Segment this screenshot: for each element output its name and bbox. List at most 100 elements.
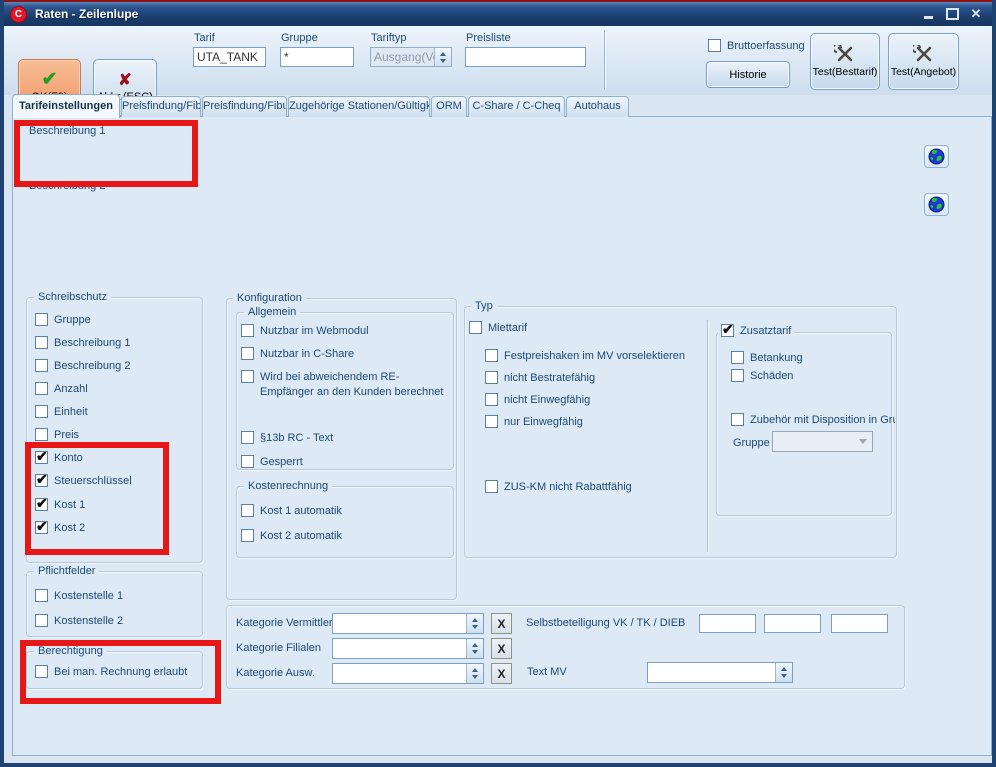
allgemein-13b-row[interactable]: §13b RC - Text (241, 431, 333, 444)
tab-c-share-c-cheq[interactable]: C-Share / C-Cheq (468, 96, 565, 117)
checkbox[interactable] (241, 455, 254, 468)
tab-preisfindung-fibu-2[interactable]: Preisfindung/Fibu II (202, 96, 287, 117)
typ-nicht-bestratefaehig-row[interactable]: nicht Bestratefähig (485, 371, 595, 384)
typ-miettarif-row[interactable]: Miettarif (469, 321, 527, 334)
checkbox[interactable] (35, 313, 48, 326)
checkbox[interactable] (241, 431, 254, 444)
bruttoerfassung-checkbox[interactable] (708, 39, 721, 52)
allgemein-webmodul-row[interactable]: Nutzbar im Webmodul (241, 324, 369, 337)
clear-kategorie-filialen-button[interactable]: X (491, 638, 512, 659)
typ-betankung-row[interactable]: Betankung (731, 351, 803, 364)
checkbox[interactable] (35, 405, 48, 418)
checkbox[interactable] (721, 324, 734, 337)
gruppe-input[interactable] (280, 47, 354, 67)
close-button[interactable]: ✕ (968, 6, 984, 22)
schreibschutz-gruppe-row[interactable]: Gruppe (35, 313, 91, 326)
tab-orm[interactable]: ORM (431, 96, 467, 117)
selbstbeteiligung-vk-input[interactable] (699, 614, 756, 633)
schreibschutz-preis-row[interactable]: Preis (35, 428, 79, 441)
checkbox[interactable] (241, 504, 254, 517)
up-down-arrows-icon[interactable] (466, 614, 483, 633)
checkbox[interactable] (241, 529, 254, 542)
pflichtfelder-kostenstelle1-row[interactable]: Kostenstelle 1 (35, 589, 123, 602)
typ-schaeden-row[interactable]: Schäden (731, 369, 793, 382)
checkbox-label: Preis (54, 429, 79, 441)
kostenrechnung-kost2-row[interactable]: Kost 2 automatik (241, 529, 342, 542)
text-mv-combo[interactable] (647, 662, 793, 683)
clear-kategorie-ausw-button[interactable]: X (491, 663, 512, 684)
checkbox[interactable] (485, 371, 498, 384)
typ-zuskm-row[interactable]: ZUS-KM nicht Rabattfähig (485, 480, 632, 493)
translate-beschreibung1-button[interactable] (924, 145, 949, 168)
checkbox-label: nicht Einwegfähig (504, 394, 590, 406)
checkbox[interactable] (469, 321, 482, 334)
checkbox-label: Wird bei abweichendem RE-Empfänger an de… (260, 370, 448, 400)
schreibschutz-beschreibung2-row[interactable]: Beschreibung 2 (35, 359, 130, 372)
bruttoerfassung-checkbox-row[interactable]: Bruttoerfassung (708, 39, 805, 52)
test-besttarif-button[interactable]: Test(Besttarif) (810, 33, 880, 90)
test-angebot-button[interactable]: Test(Angebot) (888, 33, 959, 90)
typ-gruppe-label: Gruppe (733, 437, 770, 449)
checkbox[interactable] (731, 351, 744, 364)
tab-zugehoerige-stationen[interactable]: Zugehörige Stationen/Gültigkeit (288, 96, 430, 117)
up-down-arrows-icon[interactable] (434, 48, 451, 66)
typ-festpreishaken-row[interactable]: Festpreishaken im MV vorselektieren (485, 349, 685, 362)
title-bar[interactable]: C Raten - Zeilenlupe ✕ (0, 2, 996, 26)
checkbox[interactable] (731, 369, 744, 382)
toolbar: ✔ OK(F2) ✘ Abbr.(ESC) Tarif Gruppe Tarif… (4, 26, 992, 95)
checkbox[interactable] (485, 415, 498, 428)
schreibschutz-anzahl-row[interactable]: Anzahl (35, 382, 88, 395)
checkbox[interactable] (241, 347, 254, 360)
tab-label: Preisfindung/Fibu I (122, 100, 201, 112)
tariftyp-combo[interactable]: Ausgang(Ver (370, 47, 452, 67)
checkbox[interactable] (731, 413, 744, 426)
allgemein-cshare-row[interactable]: Nutzbar in C-Share (241, 347, 354, 360)
checkbox[interactable] (35, 382, 48, 395)
checkbox[interactable] (485, 349, 498, 362)
pflichtfelder-kostenstelle2-row[interactable]: Kostenstelle 2 (35, 614, 123, 627)
typ-zusatztarif-row[interactable]: Zusatztarif (718, 324, 794, 337)
up-down-arrows-icon[interactable] (466, 664, 483, 683)
checkbox[interactable] (35, 614, 48, 627)
typ-nicht-einwegfaehig-row[interactable]: nicht Einwegfähig (485, 393, 590, 406)
checkbox[interactable] (35, 589, 48, 602)
typ-nur-einwegfaehig-row[interactable]: nur Einwegfähig (485, 415, 583, 428)
tab-label: Autohaus (574, 100, 620, 112)
tab-autohaus[interactable]: Autohaus (566, 96, 629, 117)
up-down-arrows-icon[interactable] (775, 663, 792, 682)
typ-gruppe-combo[interactable] (772, 431, 873, 452)
maximize-button[interactable] (944, 6, 960, 22)
up-down-arrows-icon[interactable] (466, 639, 483, 658)
kategorie-ausw-input[interactable] (332, 663, 484, 684)
checkbox[interactable] (485, 393, 498, 406)
checkbox-label: Schäden (750, 370, 793, 382)
kategorie-vermittler-input[interactable] (332, 613, 484, 634)
checkbox[interactable] (241, 324, 254, 337)
tab-label: Zugehörige Stationen/Gültigkeit (289, 100, 430, 112)
schreibschutz-beschreibung1-row[interactable]: Beschreibung 1 (35, 336, 130, 349)
clear-kategorie-vermittler-button[interactable]: X (491, 613, 512, 634)
checkbox[interactable] (241, 370, 254, 383)
checkbox[interactable] (485, 480, 498, 493)
globe-icon (928, 196, 945, 213)
app-logo-icon: C (10, 6, 27, 23)
schreibschutz-einheit-row[interactable]: Einheit (35, 405, 88, 418)
allgemein-re-empfaenger-row[interactable]: Wird bei abweichendem RE-Empfänger an de… (241, 370, 448, 400)
selbstbeteiligung-dieb-input[interactable] (831, 614, 888, 633)
checkbox[interactable] (35, 428, 48, 441)
typ-zubehoer-row[interactable]: Zubehör mit Disposition in Grupp (731, 413, 895, 426)
translate-beschreibung2-button[interactable] (924, 193, 949, 216)
kategorie-filialen-input[interactable] (332, 638, 484, 659)
group-kostenrechnung-title: Kostenrechnung (244, 480, 332, 492)
checkbox[interactable] (35, 336, 48, 349)
tab-preisfindung-fibu-1[interactable]: Preisfindung/Fibu I (121, 96, 201, 117)
tab-tarifeinstellungen[interactable]: Tarifeinstellungen (12, 94, 120, 118)
preisliste-input[interactable] (465, 47, 586, 67)
checkbox[interactable] (35, 359, 48, 372)
selbstbeteiligung-tk-input[interactable] (764, 614, 821, 633)
tarif-input[interactable] (193, 47, 266, 67)
historie-button[interactable]: Historie (706, 61, 790, 88)
kostenrechnung-kost1-row[interactable]: Kost 1 automatik (241, 504, 342, 517)
minimize-button[interactable] (920, 6, 936, 22)
allgemein-gesperrt-row[interactable]: Gesperrt (241, 455, 303, 468)
